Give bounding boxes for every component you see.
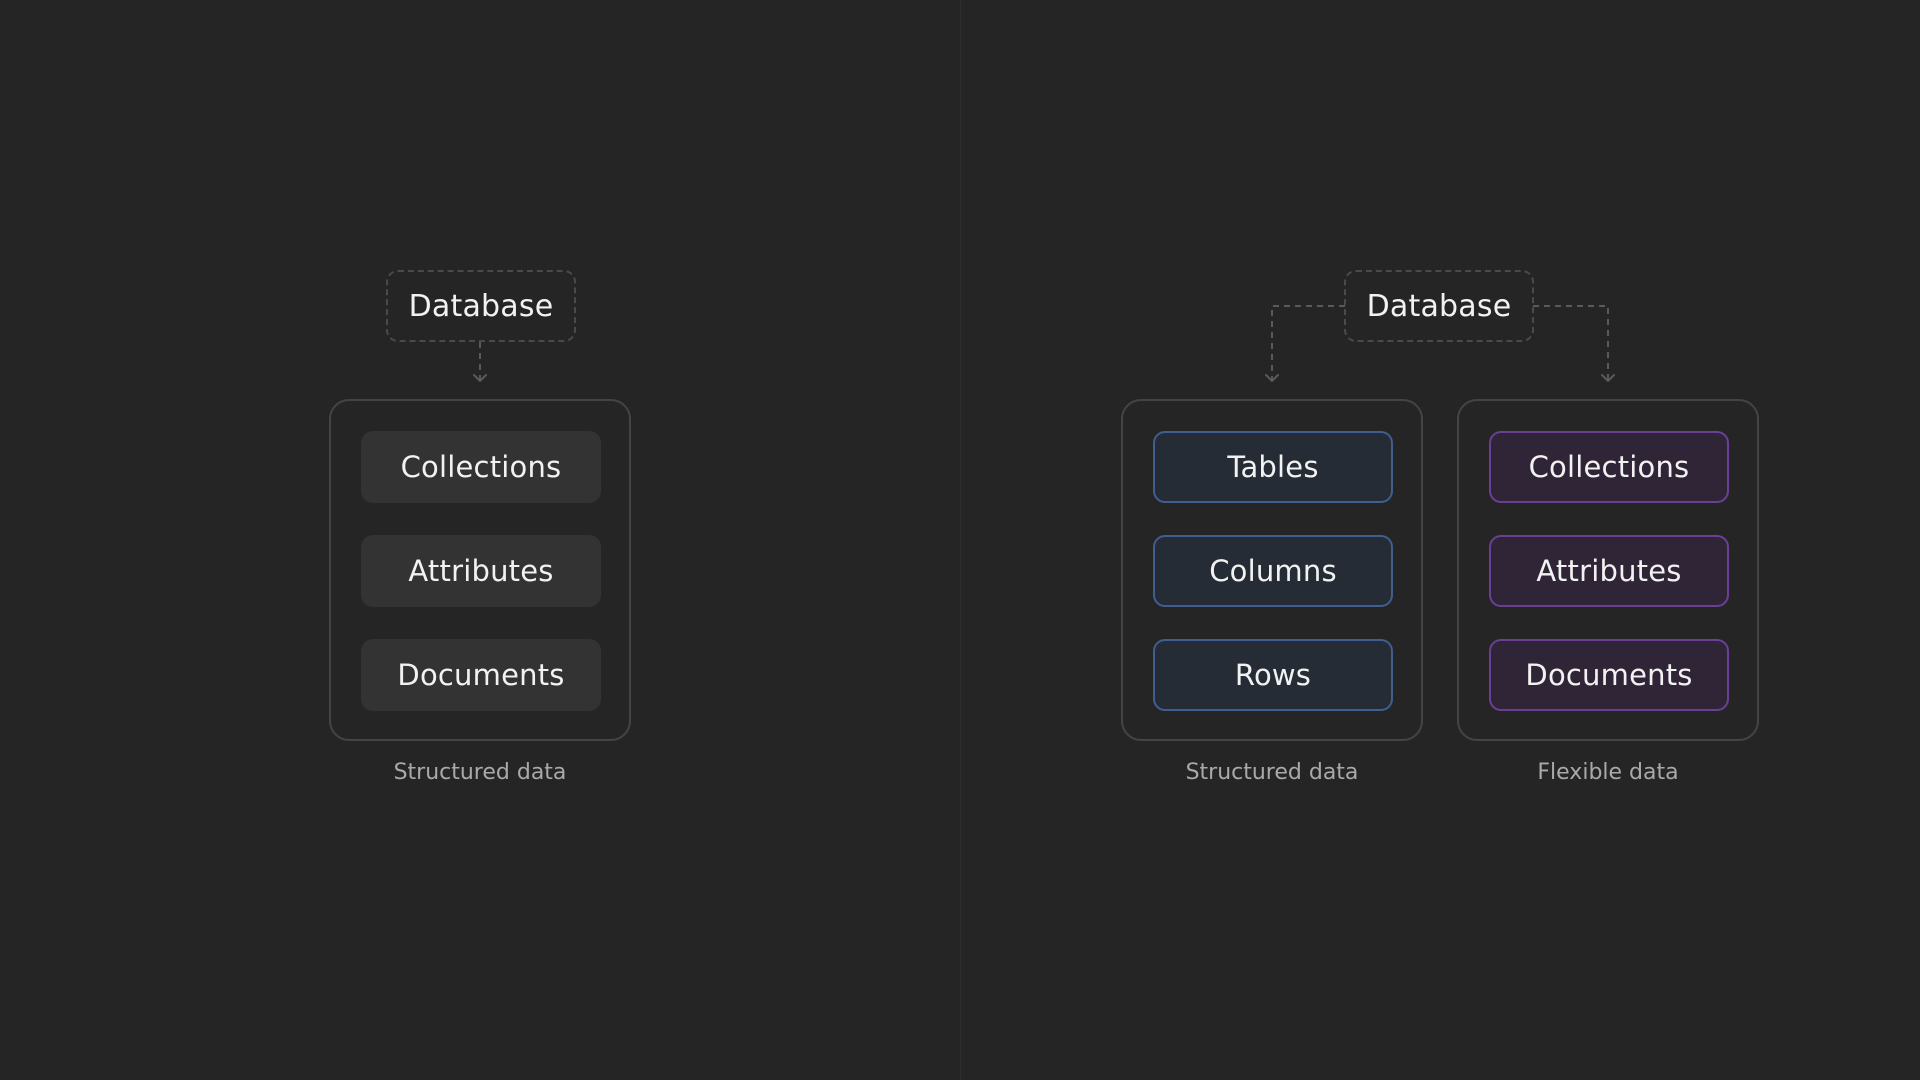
right-flexible-group: Collections Attributes Documents — [1457, 399, 1759, 741]
left-database-node: Database — [386, 270, 576, 342]
right-database-node: Database — [1344, 270, 1534, 342]
right-item-collections: Collections — [1489, 431, 1729, 503]
left-item-documents: Documents — [361, 639, 601, 711]
right-arrow-head-left-icon — [1265, 374, 1279, 382]
right-connector-line-right — [1533, 305, 1609, 380]
right-database-label: Database — [1366, 288, 1512, 324]
left-arrow-head-icon — [473, 374, 487, 382]
right-structured-caption: Structured data — [1185, 760, 1359, 785]
left-structured-group: Collections Attributes Documents — [329, 399, 631, 741]
right-arrow-head-right-icon — [1601, 374, 1615, 382]
right-item-columns: Columns — [1153, 535, 1393, 607]
right-connector-line-left — [1271, 305, 1345, 380]
left-database-label: Database — [408, 288, 554, 324]
right-structured-group: Tables Columns Rows — [1121, 399, 1423, 741]
right-item-rows: Rows — [1153, 639, 1393, 711]
right-flexible-caption: Flexible data — [1537, 760, 1679, 785]
right-item-attributes: Attributes — [1489, 535, 1729, 607]
right-item-tables: Tables — [1153, 431, 1393, 503]
left-item-attributes: Attributes — [361, 535, 601, 607]
left-item-collections: Collections — [361, 431, 601, 503]
diagram-canvas: Database Collections Attributes Document… — [0, 0, 1920, 1080]
panel-divider — [960, 0, 961, 1080]
right-item-documents: Documents — [1489, 639, 1729, 711]
left-group-caption: Structured data — [393, 760, 567, 785]
